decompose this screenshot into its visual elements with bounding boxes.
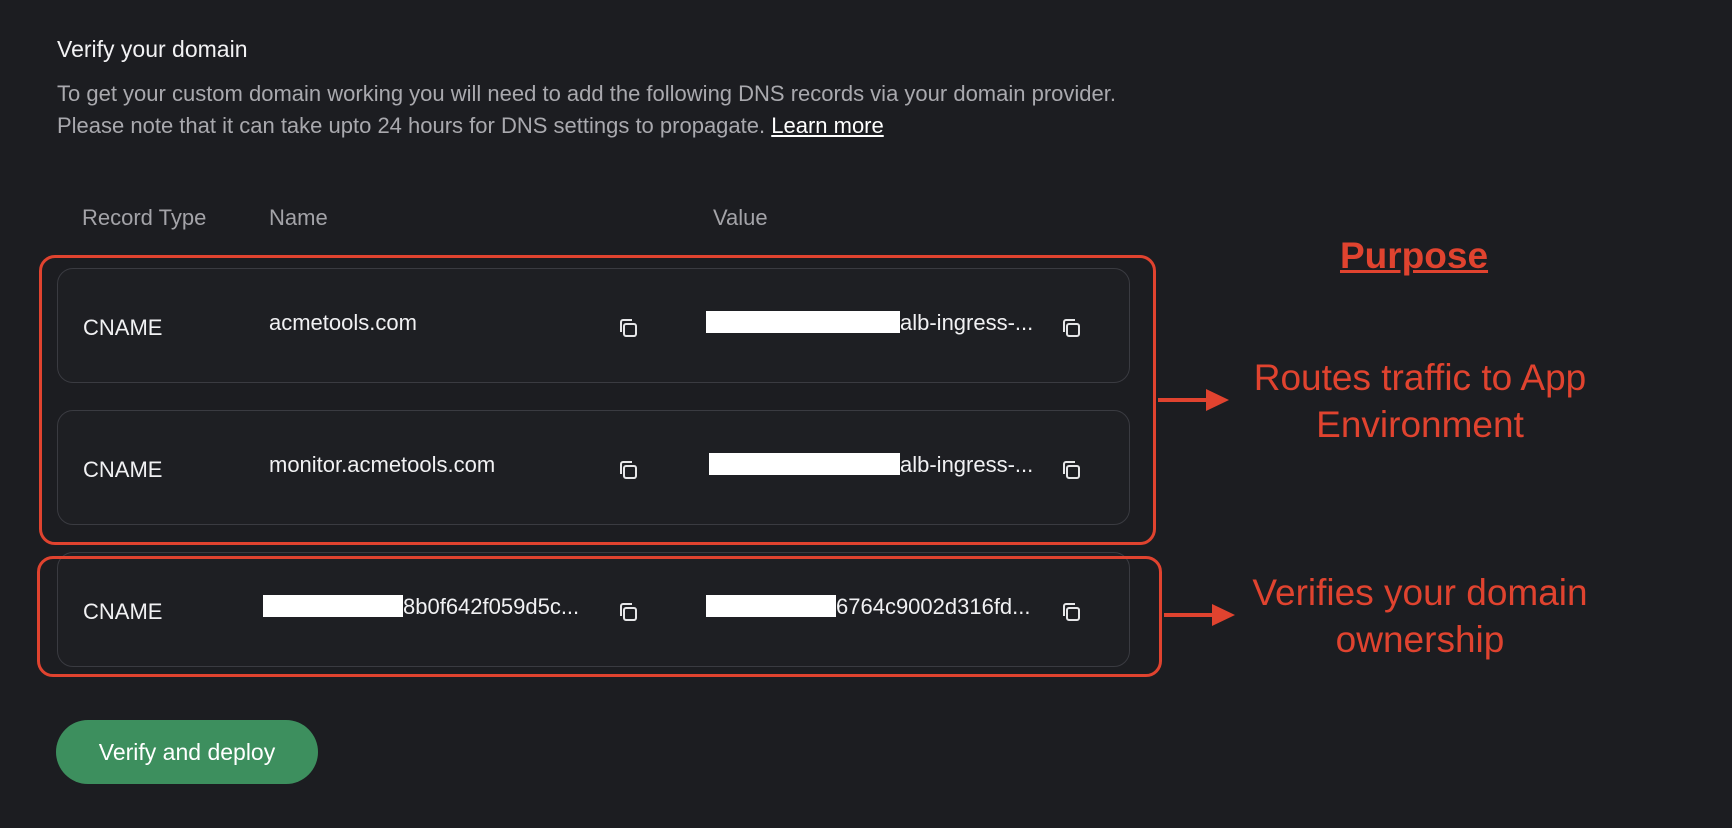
page-description: To get your custom domain working you wi… bbox=[57, 78, 1137, 142]
page-title: Verify your domain bbox=[57, 36, 248, 62]
annotation-box-verification-record bbox=[37, 556, 1162, 677]
description-text: To get your custom domain working you wi… bbox=[57, 81, 1116, 138]
verify-and-deploy-button[interactable]: Verify and deploy bbox=[56, 720, 318, 784]
column-header-name: Name bbox=[269, 205, 328, 230]
column-header-value: Value bbox=[713, 205, 768, 230]
annotation-purpose-heading: Purpose bbox=[1340, 235, 1489, 276]
annotation-routes-traffic: Routes traffic to App Environment bbox=[1253, 357, 1587, 445]
column-header-record-type: Record Type bbox=[82, 205, 207, 230]
annotation-verifies-ownership: Verifies your domain ownership bbox=[1252, 572, 1588, 660]
learn-more-link[interactable]: Learn more bbox=[771, 113, 884, 138]
annotation-box-routing-records bbox=[39, 255, 1156, 545]
